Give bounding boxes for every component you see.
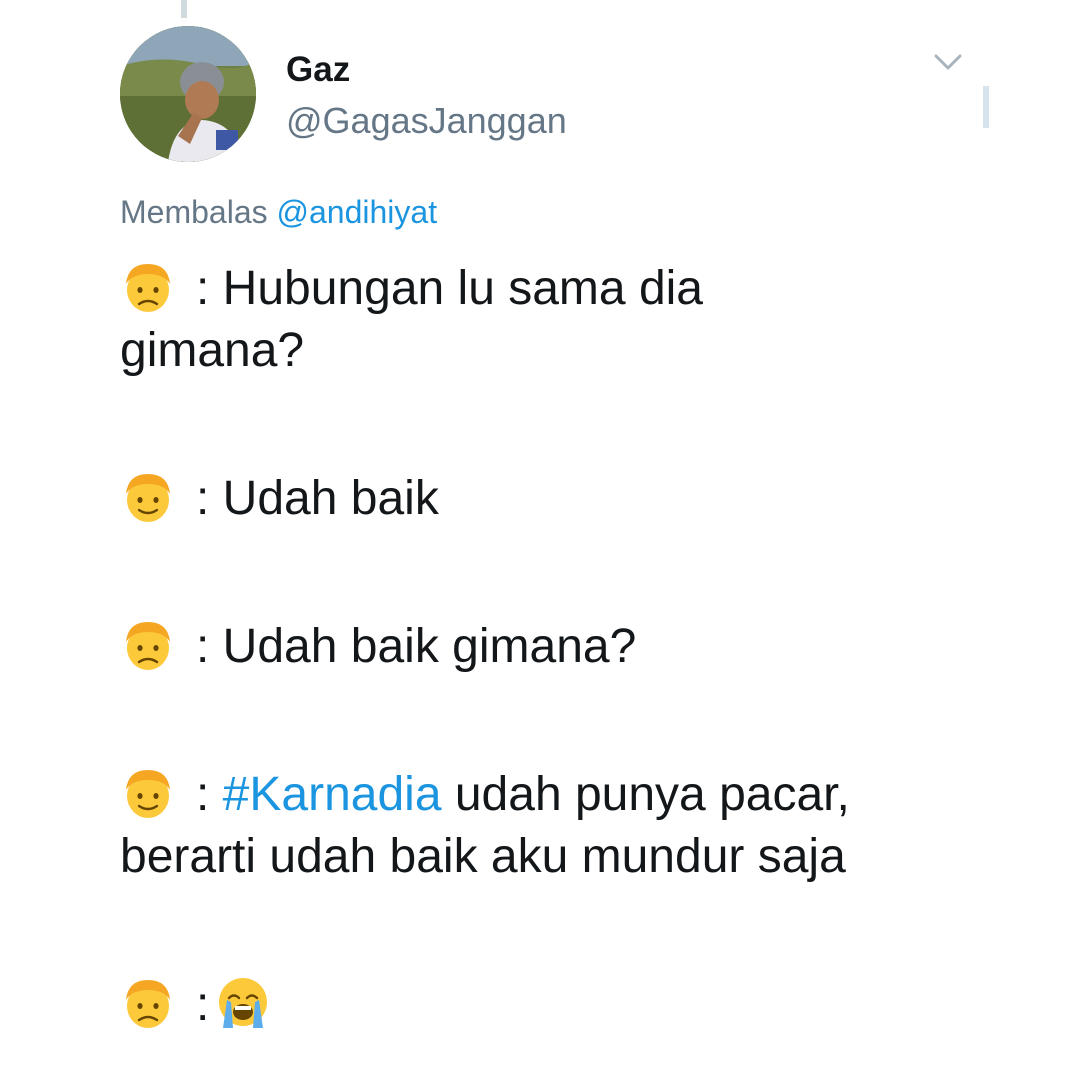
dialogue-line-4-colon: : — [196, 768, 223, 821]
display-name[interactable]: Gaz — [286, 50, 350, 90]
frowning-blond-man-icon — [120, 974, 176, 1030]
dialogue-line-3: : Udah baik gimana? — [120, 616, 1000, 678]
dialogue-line-4: : #Karnadia udah punya pacar, berarti ud… — [120, 764, 1000, 888]
tweet-text: : Hubungan lu sama dia gimana? : Udah ba… — [120, 258, 1000, 1036]
dialogue-line-3-text: : Udah baik gimana? — [196, 620, 637, 673]
dialogue-line-2: : Udah baik — [120, 468, 1000, 530]
dialogue-line-2-text: : Udah baik — [196, 472, 439, 525]
dialogue-line-5-colon: : — [196, 978, 210, 1031]
reply-prefix: Membalas — [120, 194, 277, 230]
reply-context: Membalas @andihiyat — [120, 194, 437, 231]
hashtag-link[interactable]: #Karnadia — [223, 768, 442, 821]
loudly-crying-face-icon — [215, 974, 271, 1030]
dialogue-line-1-text: : Hubungan lu sama dia — [196, 262, 703, 315]
dialogue-line-1-continued: gimana? — [120, 324, 305, 377]
frowning-blond-man-icon — [120, 258, 176, 314]
dialogue-line-5: : — [120, 974, 1000, 1036]
smiling-blond-man-icon — [120, 468, 176, 524]
smiling-blond-man-icon — [120, 764, 176, 820]
thread-connector-line — [181, 0, 187, 18]
user-handle[interactable]: @GagasJanggan — [286, 100, 567, 142]
dialogue-line-4-text: udah punya pacar, — [441, 768, 850, 821]
scroll-indicator — [983, 86, 989, 128]
frowning-blond-man-icon — [120, 616, 176, 672]
avatar[interactable] — [120, 26, 256, 162]
chevron-down-icon[interactable] — [932, 50, 964, 74]
reply-mention-link[interactable]: @andihiyat — [277, 194, 438, 230]
dialogue-line-1: : Hubungan lu sama dia gimana? — [120, 258, 1000, 382]
dialogue-line-4-continued: berarti udah baik aku mundur saja — [120, 830, 846, 883]
